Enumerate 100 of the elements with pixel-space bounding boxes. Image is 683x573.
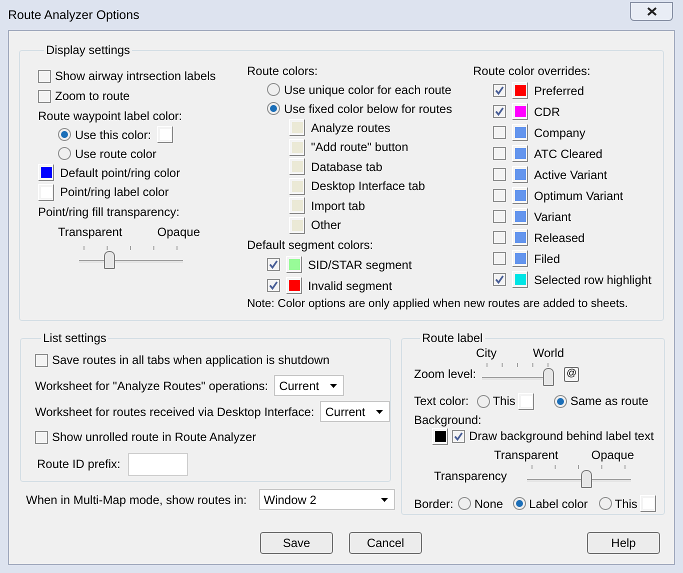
- checkbox[interactable]: [38, 90, 51, 102]
- radio-button[interactable]: [513, 497, 526, 510]
- color-button[interactable]: [286, 256, 302, 273]
- color-button[interactable]: [432, 428, 448, 445]
- checkbox[interactable]: [493, 84, 506, 97]
- color-button[interactable]: [512, 271, 528, 288]
- color-button[interactable]: [640, 495, 656, 512]
- color-label: Company: [534, 124, 586, 142]
- checkbox[interactable]: [38, 70, 51, 82]
- group-title: Route label: [421, 330, 484, 347]
- checkbox[interactable]: [493, 273, 506, 286]
- color-button[interactable]: [289, 138, 305, 156]
- radio-label: Use route color: [75, 146, 156, 162]
- slider-thumb[interactable]: [580, 470, 592, 488]
- color-label: Analyze routes: [311, 120, 390, 137]
- color-button[interactable]: [512, 103, 528, 120]
- checkbox[interactable]: [267, 258, 280, 271]
- color-button[interactable]: [157, 126, 174, 143]
- radio-label: Label color: [529, 496, 588, 513]
- checkbox[interactable]: [493, 105, 506, 118]
- color-label: Other: [311, 217, 342, 234]
- color-button[interactable]: [289, 197, 305, 214]
- window-title: Route Analyzer Options: [8, 6, 140, 24]
- checkbox[interactable]: [35, 354, 48, 366]
- field-label: Transparency: [434, 468, 507, 486]
- section-label: Default segment colors:: [247, 236, 374, 254]
- field-label: Border:: [414, 496, 454, 513]
- section-label: Route waypoint label color:: [38, 108, 184, 124]
- color-button[interactable]: [512, 250, 528, 267]
- radio-button[interactable]: [476, 394, 490, 408]
- slider-label: Transparent: [494, 447, 558, 464]
- caret-icon: [330, 384, 338, 388]
- color-button[interactable]: [289, 119, 305, 136]
- color-button[interactable]: [38, 184, 54, 201]
- radio-label: Use this color:: [75, 126, 152, 144]
- caret-icon: [380, 498, 388, 502]
- color-button[interactable]: [512, 145, 528, 162]
- color-label: ATC Cleared: [534, 146, 602, 162]
- dropdown[interactable]: Current: [320, 401, 390, 422]
- color-label: "Add route" button: [311, 139, 408, 156]
- radio-button[interactable]: [267, 102, 280, 115]
- slider-label: Transparent: [58, 224, 122, 241]
- color-label: SID/STAR segment: [308, 256, 412, 274]
- radio-button[interactable]: [267, 83, 280, 96]
- checkbox[interactable]: [493, 189, 506, 202]
- checkbox-label: Save routes in all tabs when application is shutdown: [52, 352, 330, 369]
- dropdown[interactable]: Current: [274, 375, 344, 396]
- color-label: Database tab: [311, 158, 382, 176]
- checkbox[interactable]: [493, 147, 506, 160]
- checkbox[interactable]: [493, 168, 506, 181]
- dialog-button[interactable]: Cancel: [349, 532, 422, 554]
- color-label: Import tab: [311, 198, 366, 215]
- color-button[interactable]: [512, 82, 528, 99]
- color-button[interactable]: [289, 178, 305, 195]
- radio-button[interactable]: [58, 128, 71, 141]
- color-label: Optimum Variant: [534, 188, 624, 204]
- radio-label: This: [614, 496, 638, 513]
- checkbox[interactable]: [493, 126, 506, 139]
- color-button[interactable]: [512, 229, 528, 246]
- color-button[interactable]: [38, 164, 54, 182]
- field-label: When in Multi-Map mode, show routes in:: [26, 492, 247, 508]
- color-button[interactable]: [512, 166, 528, 183]
- checkbox[interactable]: [493, 252, 506, 265]
- slider[interactable]: [79, 245, 183, 269]
- slider[interactable]: [526, 464, 631, 488]
- color-button[interactable]: [289, 158, 305, 176]
- dialog-button[interactable]: Help: [587, 532, 660, 554]
- section-label: Route colors:: [247, 62, 319, 80]
- radio-label: None: [474, 496, 504, 513]
- caret-icon: [376, 410, 384, 414]
- color-button[interactable]: [289, 216, 305, 234]
- slider-label: City: [476, 345, 497, 362]
- checkbox[interactable]: [493, 210, 506, 223]
- checkbox[interactable]: [493, 231, 506, 244]
- input-field[interactable]: [128, 452, 188, 476]
- radio-button[interactable]: [58, 147, 71, 160]
- slider[interactable]: [482, 362, 554, 386]
- slider-thumb[interactable]: [543, 368, 554, 386]
- color-label: CDR: [534, 104, 560, 120]
- slider-label: Opaque: [157, 224, 200, 241]
- dropdown[interactable]: Window 2: [258, 489, 395, 510]
- color-button[interactable]: [512, 187, 528, 204]
- color-button[interactable]: [286, 277, 302, 294]
- checkbox[interactable]: [267, 279, 280, 292]
- radio-button[interactable]: [598, 497, 612, 510]
- color-button[interactable]: [512, 124, 528, 141]
- radio-button[interactable]: [554, 394, 568, 408]
- close-button[interactable]: [630, 2, 673, 20]
- at-button[interactable]: @: [564, 366, 580, 382]
- checkbox[interactable]: [452, 430, 465, 443]
- checkbox[interactable]: [35, 430, 48, 444]
- color-label: Released: [534, 230, 585, 246]
- slider-thumb[interactable]: [104, 251, 116, 269]
- color-button[interactable]: [512, 208, 528, 225]
- color-button[interactable]: [518, 392, 534, 410]
- section-label: Background:: [414, 412, 482, 428]
- radio-button[interactable]: [458, 497, 472, 510]
- checkbox-label: Zoom to route: [55, 88, 130, 105]
- color-label: Selected row highlight: [534, 272, 652, 288]
- dialog-button[interactable]: Save: [260, 532, 333, 554]
